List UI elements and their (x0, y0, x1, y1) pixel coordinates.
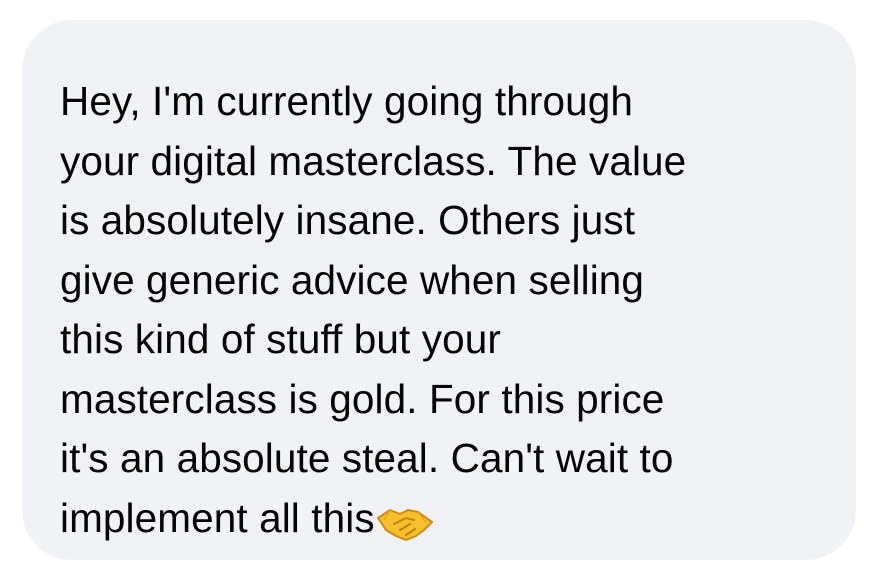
message-line: give generic advice when selling (60, 256, 645, 303)
message-line-last: implement all this (60, 489, 836, 549)
message-line: your digital masterclass. The value (60, 137, 687, 184)
message-line: is absolutely insane. Others just (60, 197, 636, 243)
message-line: this kind of stuff but your (60, 316, 501, 362)
message-bubble[interactable]: Hey, I'm currently going through your di… (22, 20, 856, 560)
message-line: masterclass is gold. For this price (60, 375, 665, 422)
message-line: Hey, I'm currently going through (60, 78, 633, 124)
message-line-text: implement all this (60, 494, 375, 541)
message-text: Hey, I'm currently going through your di… (60, 72, 836, 548)
message-line: it's an absolute steal. Can't wait to (60, 435, 674, 481)
handshake-icon (376, 499, 434, 541)
